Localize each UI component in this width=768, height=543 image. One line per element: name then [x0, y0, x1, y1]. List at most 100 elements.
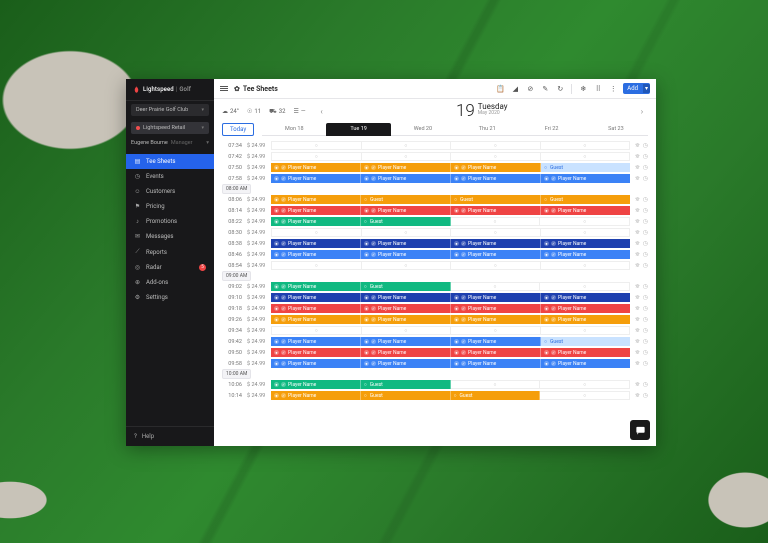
prev-day-button[interactable]: ‹: [316, 107, 328, 116]
booking-player[interactable]: ●✓Player Name: [361, 293, 451, 302]
booking-player[interactable]: ●✓Player Name: [271, 315, 361, 324]
booking-player[interactable]: ●✓Player Name: [451, 348, 541, 357]
clock-icon[interactable]: ◷: [643, 360, 648, 368]
user-icon[interactable]: ⛯: [635, 207, 640, 215]
booking-player[interactable]: ●✓Player Name: [271, 282, 361, 291]
empty-slot[interactable]: ○: [451, 380, 541, 389]
next-day-button[interactable]: ›: [636, 107, 648, 116]
booking-player[interactable]: ●✓Player Name: [271, 163, 361, 172]
clock-icon[interactable]: ◷: [643, 142, 648, 150]
booking-player[interactable]: ●✓Player Name: [541, 315, 630, 324]
booking-player[interactable]: ●✓Player Name: [271, 304, 361, 313]
day-tab[interactable]: Tue 19: [326, 123, 390, 136]
user-icon[interactable]: ⛯: [635, 392, 640, 400]
user-icon[interactable]: ⛯: [635, 196, 640, 204]
clock-icon[interactable]: ◷: [643, 175, 648, 183]
hamburger-icon[interactable]: [220, 86, 228, 91]
user-icon[interactable]: ⛯: [635, 164, 640, 172]
booking-player[interactable]: ●✓Player Name: [271, 391, 361, 400]
booking-player[interactable]: ●✓Player Name: [541, 239, 630, 248]
booking-player[interactable]: ●✓Player Name: [451, 293, 541, 302]
empty-slot[interactable]: ○: [451, 261, 541, 270]
sidebar-item-tee-sheets[interactable]: ▤Tee Sheets: [126, 154, 214, 169]
sidebar-item-messages[interactable]: ✉Messages: [126, 229, 214, 244]
empty-slot[interactable]: ○: [271, 152, 362, 161]
empty-slot[interactable]: ○: [271, 228, 362, 237]
booking-player[interactable]: ●✓Player Name: [451, 337, 541, 346]
clock-icon[interactable]: ◷: [643, 294, 648, 302]
empty-slot[interactable]: ○: [451, 282, 541, 291]
empty-slot[interactable]: ○: [541, 326, 631, 335]
user-menu[interactable]: Eugene Bourne Manager ▾: [131, 140, 209, 146]
booking-player[interactable]: ●✓Player Name: [451, 206, 541, 215]
booking-player[interactable]: ●✓Player Name: [541, 304, 630, 313]
user-icon[interactable]: ⛯: [635, 251, 640, 259]
booking-player[interactable]: ●✓Player Name: [361, 304, 451, 313]
booking-guest[interactable]: Guest: [361, 217, 451, 226]
booking-player[interactable]: ●✓Player Name: [271, 174, 361, 183]
sidebar-item-reports[interactable]: ⟋Reports: [126, 244, 214, 260]
booking-player[interactable]: ●✓Player Name: [271, 293, 361, 302]
booking-guest[interactable]: Guest: [541, 195, 630, 204]
empty-slot[interactable]: ○: [541, 261, 631, 270]
booking-player[interactable]: ●✓Player Name: [541, 348, 630, 357]
clock-icon[interactable]: ◷: [643, 218, 648, 226]
chat-widget[interactable]: [630, 420, 650, 440]
day-tab[interactable]: Fri 22: [519, 123, 583, 136]
empty-slot[interactable]: ○: [271, 141, 362, 150]
clock-icon[interactable]: ◷: [643, 153, 648, 161]
empty-slot[interactable]: ○: [362, 228, 452, 237]
club-selector[interactable]: Deer Prairie Golf Club ▾: [131, 104, 209, 116]
booking-player[interactable]: ●✓Player Name: [451, 250, 541, 259]
booking-guest[interactable]: Guest: [361, 282, 451, 291]
user-icon[interactable]: ⛯: [635, 240, 640, 248]
empty-slot[interactable]: ○: [362, 152, 452, 161]
empty-slot[interactable]: ○: [451, 326, 541, 335]
user-icon[interactable]: ⛯: [635, 316, 640, 324]
clock-icon[interactable]: ◷: [643, 381, 648, 389]
system-selector[interactable]: Lightspeed Retail ▾: [131, 122, 209, 134]
add-button[interactable]: Add ▾: [623, 83, 650, 94]
booking-player[interactable]: ●✓Player Name: [361, 239, 451, 248]
today-button[interactable]: Today: [222, 123, 254, 136]
booking-player[interactable]: ●✓Player Name: [361, 206, 451, 215]
clock-icon[interactable]: ◷: [643, 327, 648, 335]
empty-slot[interactable]: ○: [362, 261, 452, 270]
clock-icon[interactable]: ◷: [643, 349, 648, 357]
empty-slot[interactable]: ○: [271, 261, 362, 270]
empty-slot[interactable]: ○: [451, 217, 541, 226]
day-tab[interactable]: Wed 20: [391, 123, 455, 136]
booking-player[interactable]: ●✓Player Name: [271, 217, 361, 226]
booking-player[interactable]: ●✓Player Name: [271, 250, 361, 259]
booking-player[interactable]: ●✓Player Name: [361, 359, 451, 368]
empty-slot[interactable]: ○: [362, 141, 452, 150]
booking-player[interactable]: ●✓Player Name: [451, 163, 541, 172]
booking-player[interactable]: ●✓Player Name: [361, 348, 451, 357]
user-icon[interactable]: ⛯: [635, 262, 640, 270]
sidebar-help[interactable]: ? Help: [126, 426, 214, 446]
clock-icon[interactable]: ◷: [643, 392, 648, 400]
clock-icon[interactable]: ◷: [643, 338, 648, 346]
empty-slot[interactable]: ○: [451, 141, 541, 150]
sidebar-item-customers[interactable]: ☺Customers: [126, 184, 214, 199]
day-tab[interactable]: Sat 23: [584, 123, 648, 136]
user-icon[interactable]: ⛯: [635, 327, 640, 335]
user-icon[interactable]: ⛯: [635, 142, 640, 150]
booking-player[interactable]: ●✓Player Name: [541, 250, 630, 259]
wrench-icon[interactable]: ✎: [541, 85, 549, 93]
booking-guest[interactable]: Guest: [541, 163, 630, 172]
empty-slot[interactable]: ○: [540, 282, 630, 291]
booking-player[interactable]: ●✓Player Name: [271, 206, 361, 215]
user-icon[interactable]: ⛯: [635, 305, 640, 313]
user-icon[interactable]: ⛯: [635, 218, 640, 226]
booking-guest[interactable]: Guest: [361, 391, 451, 400]
user-icon[interactable]: ⛯: [635, 153, 640, 161]
user-icon[interactable]: ⛯: [635, 229, 640, 237]
empty-slot[interactable]: ○: [451, 152, 541, 161]
booking-player[interactable]: ●✓Player Name: [361, 174, 451, 183]
empty-slot[interactable]: ○: [540, 380, 630, 389]
booking-player[interactable]: ●✓Player Name: [541, 174, 630, 183]
empty-slot[interactable]: ○: [451, 228, 541, 237]
booking-guest[interactable]: Guest: [361, 380, 451, 389]
booking-guest[interactable]: Guest: [451, 195, 541, 204]
